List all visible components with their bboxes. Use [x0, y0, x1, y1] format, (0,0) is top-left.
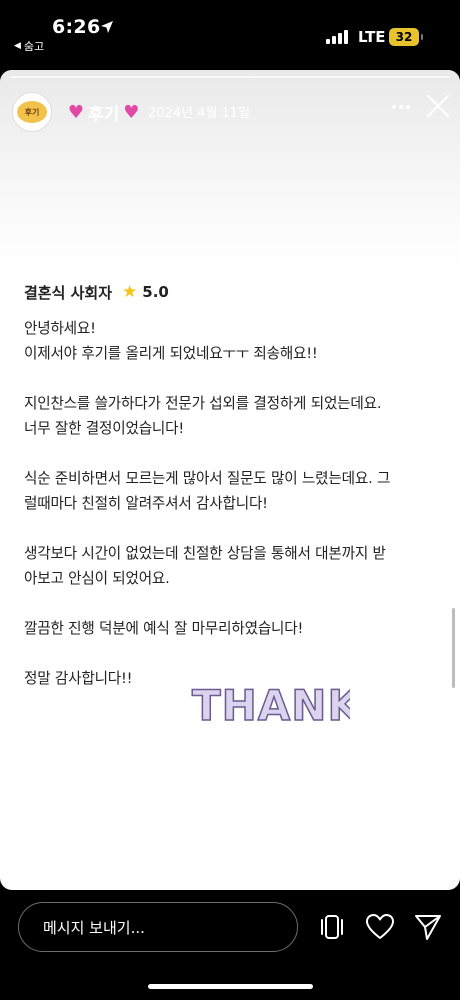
review-body: 안녕하세요! 이제서야 후기를 올리게 되었네요ㅜㅜ 죄송해요!! 지인찬스를 쓸가…	[24, 316, 436, 691]
back-app-label: 숨고	[23, 40, 45, 53]
close-icon[interactable]	[422, 90, 454, 122]
sparkling-heart-icon: ♥	[67, 101, 85, 123]
avatar[interactable]: 후기	[12, 92, 52, 132]
story-title-text: 후기	[88, 105, 120, 125]
story-title[interactable]: ♥ 후기 ♥	[66, 100, 141, 125]
review-line: 너무 잘한 결정이었습니다!	[24, 420, 185, 437]
review-rating: 5.0	[142, 283, 169, 301]
more-dots-icon[interactable]	[390, 96, 412, 118]
thank-sticker-text: THANK	[192, 681, 350, 730]
heart-icon[interactable]	[365, 912, 395, 942]
location-arrow-icon	[101, 21, 113, 33]
story-date: 2024년 4월 11일	[148, 106, 251, 121]
review-blank-line	[24, 591, 436, 616]
review-line: 생각보다 시간이 없었는데 친절한 상담을 통해서 대본까지 받	[24, 545, 386, 562]
thank-sticker: THANK	[191, 680, 350, 731]
battery-indicator: 32	[389, 28, 423, 46]
review-line: 이제서야 후기를 올리게 되었네요ㅜㅜ 죄송해요!!	[24, 345, 318, 362]
status-time: 6:26	[52, 16, 101, 38]
message-placeholder: 메시지 보내기...	[43, 918, 145, 937]
message-input[interactable]: 메시지 보내기...	[18, 902, 298, 952]
star-icon: ★	[122, 282, 138, 302]
story-viewer[interactable]: 후기 ♥ 후기 ♥ 2024년 4월 11일 결혼식 사회자 ★ 5.0 안녕하…	[0, 70, 460, 890]
back-arrow-icon: ◀	[14, 41, 21, 51]
avatar-label: 후기	[17, 101, 47, 123]
review-line: 식순 준비하면서 모르는게 많아서 질문도 많이 느렸는데요. 그	[24, 470, 391, 487]
cellular-signal-icon	[326, 30, 348, 44]
reshare-icon[interactable]	[317, 912, 347, 942]
review-line: 깔끔한 진행 덕분에 예식 잘 마무리하였습니다!	[24, 620, 304, 637]
network-type: LTE	[358, 28, 386, 46]
send-icon[interactable]	[413, 912, 443, 942]
story-progress-bar	[10, 76, 450, 78]
home-indicator[interactable]	[148, 984, 313, 989]
review-blank-line	[24, 441, 436, 466]
review-header: 결혼식 사회자 ★ 5.0	[24, 280, 436, 304]
back-to-app-button[interactable]: ◀ 숨고	[14, 38, 44, 54]
sparkling-heart-icon: ♥	[123, 101, 140, 123]
review-blank-line	[24, 641, 436, 666]
review-blank-line	[24, 516, 436, 541]
review-blank-line	[24, 366, 436, 391]
review-line: 럴때마다 친절히 알려주셔서 감사합니다!	[24, 495, 268, 512]
story-header: 후기 ♥ 후기 ♥ 2024년 4월 11일	[12, 92, 452, 132]
review-line: 지인찬스를 쓸가하다가 전문가 섭외를 결정하게 되었는데요.	[24, 395, 382, 412]
review-line: 아보고 안심이 되었어요.	[24, 570, 170, 587]
review-role: 결혼식 사회자	[24, 283, 113, 302]
review-line: 안녕하세요!	[24, 320, 96, 337]
status-bar: 6:26 ◀ 숨고 LTE 32	[0, 0, 460, 62]
review-card: 결혼식 사회자 ★ 5.0 안녕하세요! 이제서야 후기를 올리게 되었네요ㅜㅜ …	[24, 280, 436, 691]
scroll-indicator	[452, 608, 455, 688]
